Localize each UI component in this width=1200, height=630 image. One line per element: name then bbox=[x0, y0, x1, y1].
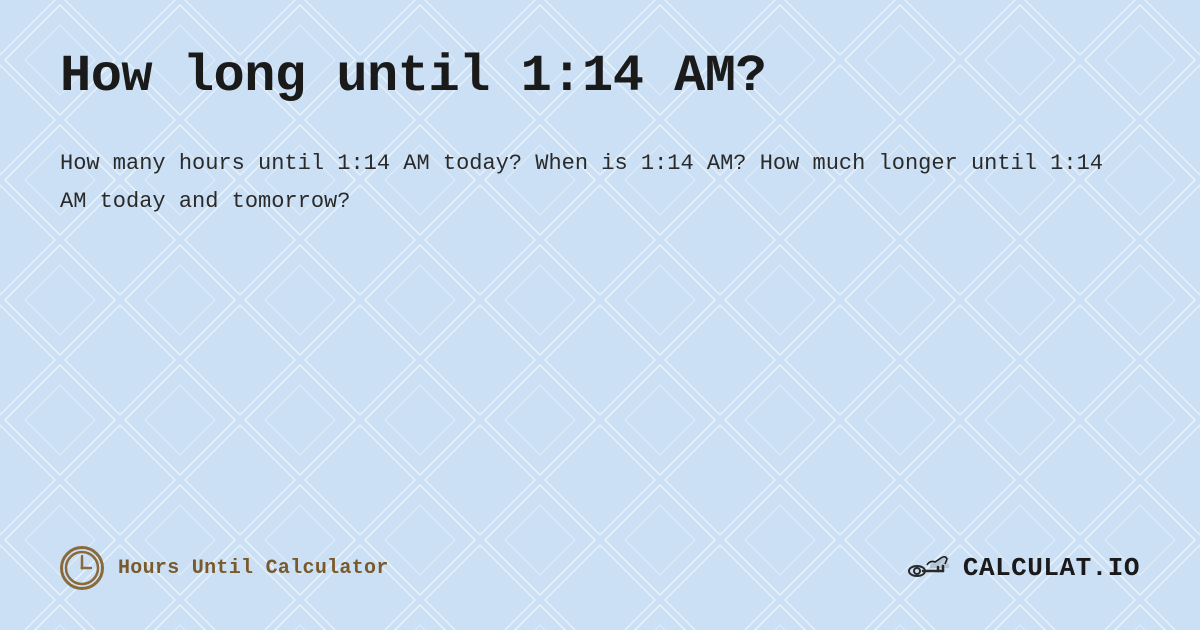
right-brand-label: CALCULAT.IO bbox=[963, 553, 1140, 583]
clock-icon bbox=[60, 546, 104, 590]
pointing-hand-icon bbox=[905, 549, 955, 587]
left-brand-label: Hours Until Calculator bbox=[118, 557, 389, 580]
right-brand: CALCULAT.IO bbox=[905, 549, 1140, 587]
page-description: How many hours until 1:14 AM today? When… bbox=[60, 145, 1110, 220]
page-title: How long until 1:14 AM? bbox=[60, 48, 1140, 105]
page-content: How long until 1:14 AM? How many hours u… bbox=[0, 0, 1200, 630]
clock-svg bbox=[63, 549, 101, 587]
left-brand: Hours Until Calculator bbox=[60, 546, 389, 590]
footer: Hours Until Calculator CALCULAT.IO bbox=[60, 526, 1140, 590]
main-section: How long until 1:14 AM? How many hours u… bbox=[60, 48, 1140, 526]
